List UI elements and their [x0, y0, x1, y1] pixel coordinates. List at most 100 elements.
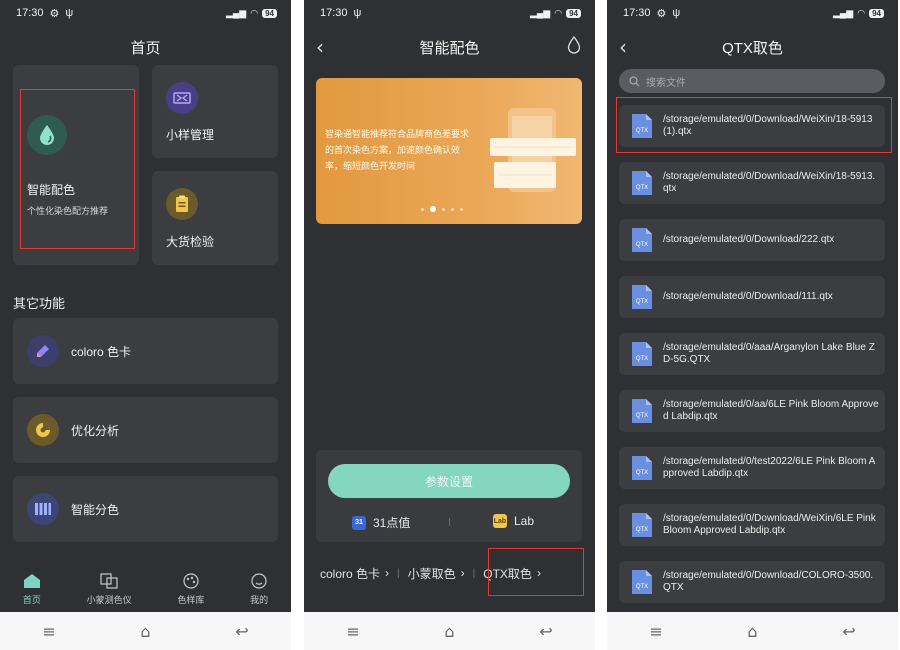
palette-icon [183, 573, 199, 589]
lab-icon: Lab [493, 514, 507, 528]
file-row[interactable]: QTX/storage/emulated/0/Download/222.qtx [619, 219, 885, 261]
optimize-analysis-item[interactable]: 优化分析 [13, 397, 278, 463]
system-nav-bar: ≡ ⌂ ↩ [607, 612, 898, 650]
file-path: /storage/emulated/0/test2022/6LE Pink Bl… [663, 456, 876, 479]
status-time: 17:30 [320, 7, 348, 19]
file-row[interactable]: QTX/storage/emulated/0/Download/WeiXin/6… [619, 504, 885, 546]
home-nav-icon[interactable]: ⌂ [747, 622, 757, 641]
banner-text: 智染通智能推荐符合品牌商色差要求的首次染色方案，加速颜色确认效率，缩短颜色开发时… [325, 129, 470, 171]
file-path: /storage/emulated/0/aa/6LE Pink Bloom Ap… [663, 399, 879, 422]
page-title-text: 智能配色 [419, 39, 480, 57]
smart-separation-label: 智能分色 [71, 502, 120, 517]
tab-colorimeter[interactable]: 小蒙测色仪 [87, 573, 132, 606]
battery-level: 94 [262, 8, 277, 18]
bulk-inspection-card[interactable]: 大货检验 [152, 171, 278, 265]
status-bar: 17:30 ψ ▂▄▆ ◠ 94 [304, 0, 595, 26]
banner-pager [421, 206, 463, 212]
home-screen: 17:30 ⚙ ψ ▂▄▆ ◠ 94 首页 智能配色 个性化染色配方推荐 小样管理 大货… [0, 0, 291, 612]
tab-colorimeter-label: 小蒙测色仪 [86, 595, 132, 605]
calendar-icon: 31 [352, 515, 366, 530]
file-path: /storage/emulated/0/Download/WeiXin/6LE … [663, 513, 876, 536]
system-nav-bar: ≡ ⌂ ↩ [304, 612, 595, 650]
system-nav-bar: ≡ ⌂ ↩ [0, 612, 291, 650]
tab-home[interactable]: 首页 [23, 573, 41, 606]
option-31-label: 31点值 [373, 516, 411, 530]
search-bar[interactable]: 搜索文件 [619, 69, 885, 93]
parameter-settings-button[interactable]: 参数设置 [328, 464, 570, 498]
back-arrow-icon[interactable]: ‹ [316, 35, 324, 59]
link-coloro-card[interactable]: coloro 色卡 › [320, 565, 389, 582]
back-nav-icon[interactable]: ↩ [539, 622, 552, 641]
search-icon [629, 75, 640, 86]
svg-text:QTX: QTX [636, 527, 648, 533]
option-31-point[interactable]: 31 31点值 [352, 514, 410, 531]
pie-icon [27, 414, 59, 446]
file-row[interactable]: QTX/storage/emulated/0/Download/111.qtx [619, 276, 885, 318]
file-path: /storage/emulated/0/Download/222.qtx [663, 234, 835, 245]
page-title: ‹ QTX取色 [607, 32, 898, 62]
settings-panel: 参数设置 31 31点值 Lab Lab [316, 450, 582, 542]
menu-icon[interactable]: ≡ [42, 622, 55, 641]
wifi-icon: ◠ [554, 7, 563, 18]
svg-text:QTX: QTX [636, 185, 648, 191]
page-title: 首页 [130, 39, 161, 57]
usb-icon: ψ [65, 7, 74, 19]
highlight-box [20, 89, 135, 249]
file-path: /storage/emulated/0/Download/COLORO-3500… [663, 570, 874, 593]
tab-mine[interactable]: 我的 [250, 573, 268, 606]
home-nav-icon[interactable]: ⌂ [444, 622, 454, 641]
qtx-file-icon: QTX [631, 512, 653, 538]
pencil-icon [27, 335, 59, 367]
file-row[interactable]: QTX/storage/emulated/0/aa/6LE Pink Bloom… [619, 390, 885, 432]
file-row[interactable]: QTX/storage/emulated/0/aaa/Arganylon Lak… [619, 333, 885, 375]
menu-icon[interactable]: ≡ [346, 622, 359, 641]
back-nav-icon[interactable]: ↩ [842, 622, 855, 641]
page-title-text: QTX取色 [722, 39, 783, 57]
qtx-pick-screen: 17:30 ⚙ ψ ▂▄▆ ◠ 94 ‹ QTX取色 搜索文件 QTX/storage/… [607, 0, 898, 612]
tab-swatch-library-label: 色样库 [177, 595, 205, 605]
file-row[interactable]: QTX/storage/emulated/0/Download/WeiXin/1… [619, 162, 885, 204]
face-icon [251, 573, 267, 589]
highlight-box [616, 97, 892, 153]
tab-swatch-library[interactable]: 色样库 [177, 573, 204, 606]
tab-home-label: 首页 [22, 595, 41, 605]
svg-text:QTX: QTX [636, 356, 648, 362]
option-lab[interactable]: Lab Lab [493, 514, 534, 528]
bars-icon [27, 493, 59, 525]
settings-icon: ⚙ [49, 7, 60, 20]
home-icon [23, 574, 40, 588]
promo-banner[interactable]: 智染通智能推荐符合品牌商色差要求的首次染色方案，加速颜色确认效率，缩短颜色开发时… [316, 78, 582, 224]
home-nav-icon[interactable]: ⌂ [140, 622, 150, 641]
file-row[interactable]: QTX/storage/emulated/0/Download/COLORO-3… [619, 561, 885, 603]
qtx-file-icon: QTX [631, 569, 653, 595]
status-bar: 17:30 ⚙ ψ ▂▄▆ ◠ 94 [0, 0, 291, 26]
link-xiaomeng-pick[interactable]: 小蒙取色 › [408, 565, 465, 582]
menu-icon[interactable]: ≡ [649, 622, 662, 641]
droplet-icon[interactable] [567, 35, 581, 58]
option-lab-label: Lab [514, 514, 535, 528]
status-time: 17:30 [623, 7, 651, 19]
signal-icon: ▂▄▆ [530, 7, 551, 18]
optimize-analysis-label: 优化分析 [71, 423, 120, 438]
search-input[interactable]: 搜索文件 [646, 74, 686, 89]
usb-icon: ψ [672, 7, 681, 19]
coloro-card-label: coloro 色卡 [71, 344, 132, 359]
file-row[interactable]: QTX/storage/emulated/0/test2022/6LE Pink… [619, 447, 885, 489]
smart-separation-item[interactable]: 智能分色 [13, 476, 278, 542]
back-nav-icon[interactable]: ↩ [235, 622, 248, 641]
back-arrow-icon[interactable]: ‹ [619, 35, 627, 59]
svg-text:QTX: QTX [636, 413, 648, 419]
coloro-card-item[interactable]: coloro 色卡 [13, 318, 278, 384]
sample-management-card[interactable]: 小样管理 [152, 65, 278, 158]
wifi-icon: ◠ [250, 7, 259, 18]
divider [449, 518, 450, 526]
smart-color-screen: 17:30 ψ ▂▄▆ ◠ 94 ‹ 智能配色 智染通智能推荐符合品牌商色差要求的首次… [304, 0, 595, 612]
qtx-file-icon: QTX [631, 341, 653, 367]
qtx-file-icon: QTX [631, 284, 653, 310]
page-title: ‹ 智能配色 [304, 32, 595, 62]
device-icon [100, 573, 118, 589]
bottom-tab-bar: 首页 小蒙测色仪 色样库 我的 [0, 568, 291, 612]
sample-management-title: 小样管理 [166, 128, 215, 142]
other-functions-heading: 其它功能 [13, 296, 66, 311]
svg-text:QTX: QTX [636, 584, 648, 590]
